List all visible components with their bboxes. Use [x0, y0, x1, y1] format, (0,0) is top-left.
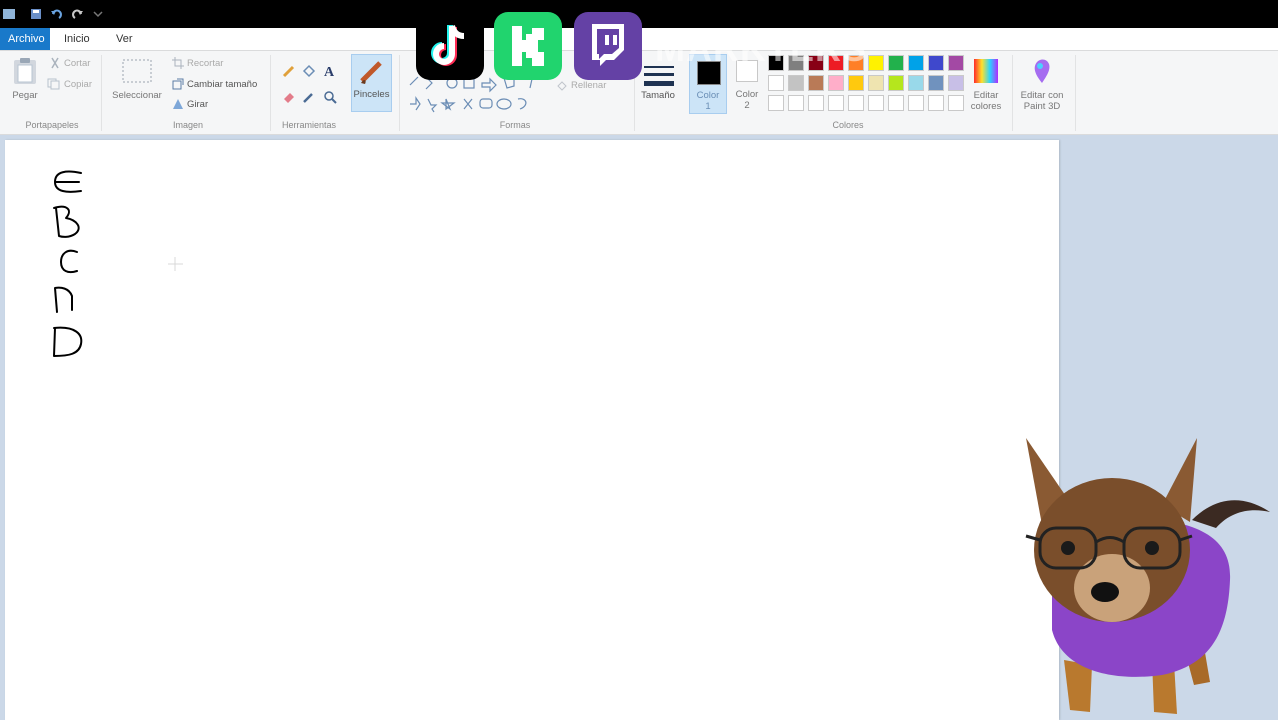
select-button[interactable]: Seleccionar — [108, 90, 166, 101]
hand-drawn-letter-b — [53, 205, 80, 238]
palette-swatch[interactable] — [948, 75, 964, 91]
color1-label-line2: 1 — [705, 101, 711, 112]
palette-swatch[interactable] — [808, 75, 824, 91]
paste-icon[interactable] — [12, 57, 38, 85]
fill-icon[interactable] — [556, 80, 568, 92]
tab-home[interactable]: Inicio — [56, 28, 98, 50]
tab-file[interactable]: Archivo — [0, 28, 50, 50]
edit-colors-icon[interactable] — [972, 57, 1000, 85]
redo-icon[interactable] — [70, 8, 84, 20]
palette-swatch-empty[interactable] — [948, 95, 964, 111]
dog-mascot-image — [1025, 438, 1270, 714]
colors-group-label: Colores — [832, 120, 864, 130]
fill-bucket-icon[interactable] — [302, 64, 316, 78]
paint3d-line2[interactable]: Paint 3D — [1013, 101, 1071, 112]
palette-swatch[interactable] — [928, 55, 944, 71]
watermark-text: MARKTERS — [655, 28, 867, 69]
palette-swatch-empty[interactable] — [888, 95, 904, 111]
crosshair-cursor — [168, 257, 183, 271]
palette-swatch[interactable] — [928, 75, 944, 91]
tiktok-logo — [416, 12, 484, 80]
palette-swatch[interactable] — [888, 55, 904, 71]
twitch-icon — [592, 24, 624, 66]
resize-icon[interactable] — [172, 78, 184, 90]
ribbon-separator — [1075, 55, 1076, 131]
text-icon[interactable]: A — [323, 64, 337, 78]
drawing-canvas[interactable] — [5, 140, 1059, 720]
palette-swatch[interactable] — [908, 75, 924, 91]
palette-swatch-empty[interactable] — [808, 95, 824, 111]
color2-label-line1: Color — [735, 89, 759, 100]
kick-logo — [494, 12, 562, 80]
quick-access-dropdown-icon[interactable] — [92, 8, 104, 20]
ribbon-separator — [101, 55, 102, 131]
edit-colors-line1[interactable]: Editar — [963, 90, 1009, 101]
size-button[interactable]: Tamaño — [638, 90, 678, 101]
palette-swatch[interactable] — [788, 75, 804, 91]
pencil-icon[interactable] — [282, 64, 296, 78]
image-group-label: Imagen — [172, 120, 204, 130]
palette-swatch[interactable] — [868, 55, 884, 71]
select-icon[interactable] — [122, 59, 152, 83]
tools-group-label: Herramientas — [281, 120, 337, 130]
palette-swatch-empty[interactable] — [768, 95, 784, 111]
palette-swatch-empty[interactable] — [908, 95, 924, 111]
paste-button[interactable]: Pegar — [8, 90, 42, 101]
tiktok-icon — [431, 25, 465, 66]
palette-swatch[interactable] — [868, 75, 884, 91]
ribbon-separator — [270, 55, 271, 131]
twitch-logo — [574, 12, 642, 80]
hand-drawn-letter-e — [54, 170, 82, 193]
hand-drawn-letter-d — [53, 326, 83, 357]
palette-swatch[interactable] — [908, 55, 924, 71]
palette-swatch[interactable] — [948, 55, 964, 71]
palette-swatch-empty[interactable] — [828, 95, 844, 111]
palette-swatch-empty[interactable] — [868, 95, 884, 111]
eraser-icon[interactable] — [282, 90, 296, 104]
brushes-button[interactable]: Pinceles — [351, 54, 392, 112]
palette-swatch-empty[interactable] — [928, 95, 944, 111]
color2-label-line2: 2 — [744, 100, 750, 111]
palette-swatch[interactable] — [848, 75, 864, 91]
crop-button[interactable]: Recortar — [187, 58, 223, 69]
undo-icon[interactable] — [50, 8, 64, 20]
brushes-label: Pinceles — [353, 89, 390, 100]
rotate-icon[interactable] — [172, 98, 184, 110]
palette-swatch[interactable] — [828, 75, 844, 91]
resize-button[interactable]: Cambiar tamaño — [187, 79, 257, 90]
crop-icon[interactable] — [172, 57, 184, 69]
svg-text:A: A — [324, 65, 335, 78]
kick-icon — [512, 26, 544, 66]
tab-view[interactable]: Ver — [108, 28, 141, 50]
fill-button[interactable]: Rellenar — [571, 80, 606, 91]
canvas-drawing — [53, 170, 183, 357]
shapes-group-label: Formas — [499, 120, 531, 130]
paint-app-icon[interactable] — [2, 8, 16, 20]
magnifier-icon[interactable] — [323, 90, 337, 104]
hand-drawn-letter-c — [60, 249, 78, 274]
color-picker-icon[interactable] — [302, 90, 316, 104]
palette-swatch[interactable] — [888, 75, 904, 91]
brush-icon — [360, 61, 382, 84]
cut-button[interactable]: Cortar — [64, 58, 90, 69]
save-icon[interactable] — [30, 8, 42, 20]
copy-icon[interactable] — [47, 78, 61, 90]
palette-swatch-empty[interactable] — [788, 95, 804, 111]
edit-colors-line2[interactable]: colores — [963, 101, 1009, 112]
palette-swatch[interactable] — [768, 75, 784, 91]
rotate-button[interactable]: Girar — [187, 99, 208, 110]
dog-tail — [1192, 500, 1270, 528]
paint3d-line1[interactable]: Editar con — [1013, 90, 1071, 101]
ribbon-separator — [399, 55, 400, 131]
paint3d-icon[interactable] — [1029, 57, 1055, 85]
cut-icon[interactable] — [49, 57, 61, 69]
clipboard-group-label: Portapapeles — [25, 120, 79, 130]
copy-button[interactable]: Copiar — [64, 79, 92, 90]
color1-label-line1: Color — [696, 90, 720, 101]
palette-swatch-empty[interactable] — [848, 95, 864, 111]
hand-drawn-letter-a — [54, 286, 73, 313]
